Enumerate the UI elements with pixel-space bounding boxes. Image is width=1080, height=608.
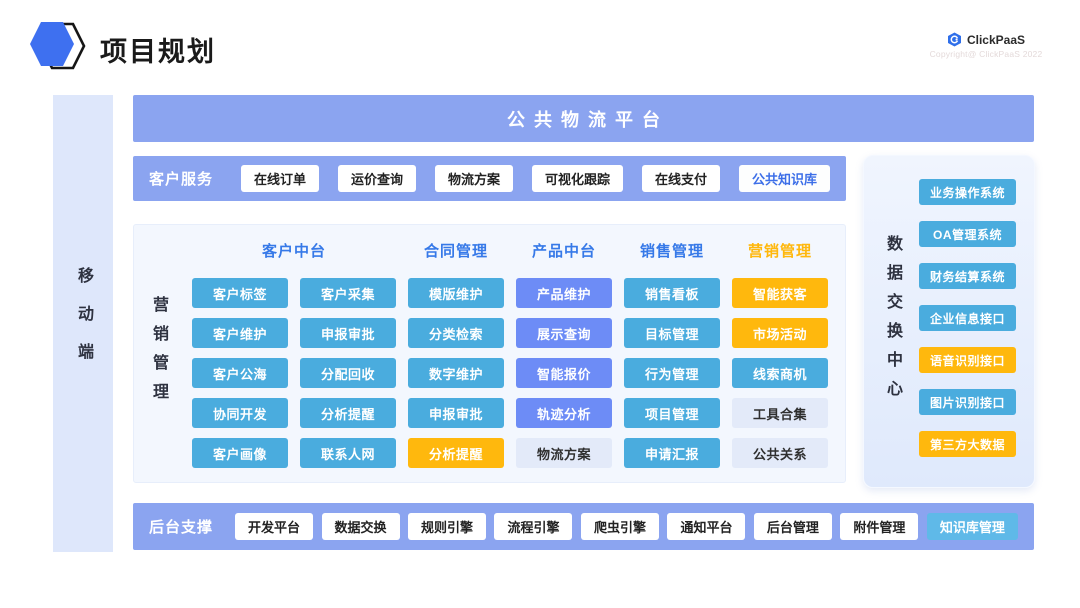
module-cell[interactable]: 分配回收 — [300, 358, 396, 388]
module-cell[interactable]: 目标管理 — [624, 318, 720, 348]
data-exchange-button[interactable]: 企业信息接口 — [919, 305, 1016, 331]
customer-service-buttons: 在线订单 运价查询 物流方案 可视化跟踪 在线支付 公共知识库 — [241, 165, 830, 192]
module-cell[interactable]: 模版维护 — [408, 278, 504, 308]
customer-service-button[interactable]: 在线支付 — [642, 165, 720, 192]
backend-support-button[interactable]: 知识库管理 — [927, 513, 1018, 540]
module-cell[interactable]: 项目管理 — [624, 398, 720, 428]
module-cell[interactable]: 数字维护 — [408, 358, 504, 388]
module-cell[interactable]: 市场活动 — [732, 318, 828, 348]
module-cell[interactable]: 联系人网 — [300, 438, 396, 468]
title-hexagon-icon — [28, 19, 88, 78]
module-cell[interactable]: 销售看板 — [624, 278, 720, 308]
column-header: 客户中台 — [192, 236, 396, 264]
marketing-management-side-label: 营销管理 — [146, 225, 170, 482]
brand-block: ClickPaaS Copyright@ ClickPaaS 2022 — [928, 32, 1044, 59]
module-cell[interactable]: 申报审批 — [408, 398, 504, 428]
data-exchange-button[interactable]: 业务操作系统 — [919, 179, 1016, 205]
module-cell[interactable]: 分类检索 — [408, 318, 504, 348]
module-grid: 客户中台 合同管理 产品中台 销售管理 营销管理 客户标签 客户采集 模版维护 … — [192, 236, 828, 468]
customer-service-button[interactable]: 在线订单 — [241, 165, 319, 192]
module-cell[interactable]: 客户公海 — [192, 358, 288, 388]
backend-support-button[interactable]: 流程引擎 — [494, 513, 572, 540]
top-banner-label: 公共物流平台 — [498, 106, 669, 132]
backend-support-button[interactable]: 数据交换 — [322, 513, 400, 540]
backend-support-button[interactable]: 规则引擎 — [408, 513, 486, 540]
data-exchange-button[interactable]: 语音识别接口 — [919, 347, 1016, 373]
mobile-side-rail-label: 移动端 — [71, 267, 95, 381]
backend-support-button[interactable]: 爬虫引擎 — [581, 513, 659, 540]
module-cell[interactable]: 智能获客 — [732, 278, 828, 308]
customer-service-row: 客户服务 在线订单 运价查询 物流方案 可视化跟踪 在线支付 公共知识库 — [133, 156, 846, 201]
module-cell[interactable]: 工具合集 — [732, 398, 828, 428]
customer-service-button[interactable]: 公共知识库 — [739, 165, 830, 192]
brand-copyright: Copyright@ ClickPaaS 2022 — [928, 49, 1044, 59]
top-banner-public-logistics-platform: 公共物流平台 — [133, 95, 1034, 142]
backend-support-button[interactable]: 开发平台 — [235, 513, 313, 540]
module-cell[interactable]: 轨迹分析 — [516, 398, 612, 428]
backend-support-button[interactable]: 后台管理 — [754, 513, 832, 540]
module-cell[interactable]: 申请汇报 — [624, 438, 720, 468]
module-cell[interactable]: 协同开发 — [192, 398, 288, 428]
page-title: 项目规划 — [100, 30, 216, 69]
backend-support-label: 后台支撑 — [149, 516, 213, 537]
module-cell[interactable]: 物流方案 — [516, 438, 612, 468]
mobile-side-rail: 移动端 — [53, 95, 113, 552]
module-cell[interactable]: 公共关系 — [732, 438, 828, 468]
data-exchange-center-label: 数据交换中心 — [880, 156, 904, 487]
data-exchange-button[interactable]: 第三方大数据 — [919, 431, 1016, 457]
column-header: 营销管理 — [732, 236, 828, 264]
column-header: 销售管理 — [624, 236, 720, 264]
data-exchange-center-panel: 数据交换中心 业务操作系统 OA管理系统 财务结算系统 企业信息接口 语音识别接… — [863, 155, 1035, 488]
module-cell[interactable]: 分析提醒 — [300, 398, 396, 428]
module-cell[interactable]: 客户画像 — [192, 438, 288, 468]
data-exchange-button[interactable]: OA管理系统 — [919, 221, 1016, 247]
brand-name: ClickPaaS — [967, 33, 1025, 47]
data-exchange-buttons: 业务操作系统 OA管理系统 财务结算系统 企业信息接口 语音识别接口 图片识别接… — [919, 179, 1016, 457]
backend-support-button[interactable]: 附件管理 — [840, 513, 918, 540]
module-cell[interactable]: 智能报价 — [516, 358, 612, 388]
marketing-management-panel: 营销管理 客户中台 合同管理 产品中台 销售管理 营销管理 客户标签 客户采集 … — [133, 224, 846, 483]
data-exchange-button[interactable]: 财务结算系统 — [919, 263, 1016, 289]
module-cell[interactable]: 申报审批 — [300, 318, 396, 348]
customer-service-button[interactable]: 可视化跟踪 — [532, 165, 623, 192]
clickpaas-logo-icon — [947, 32, 962, 47]
module-cell[interactable]: 产品维护 — [516, 278, 612, 308]
column-header: 合同管理 — [408, 236, 504, 264]
data-exchange-button[interactable]: 图片识别接口 — [919, 389, 1016, 415]
module-cell[interactable]: 客户维护 — [192, 318, 288, 348]
module-cell[interactable]: 分析提醒 — [408, 438, 504, 468]
customer-service-button[interactable]: 运价查询 — [338, 165, 416, 192]
customer-service-button[interactable]: 物流方案 — [435, 165, 513, 192]
module-cell[interactable]: 行为管理 — [624, 358, 720, 388]
module-cell[interactable]: 线索商机 — [732, 358, 828, 388]
module-cell[interactable]: 展示查询 — [516, 318, 612, 348]
column-header: 产品中台 — [516, 236, 612, 264]
module-cell[interactable]: 客户标签 — [192, 278, 288, 308]
module-cell[interactable]: 客户采集 — [300, 278, 396, 308]
backend-support-row: 后台支撑 开发平台 数据交换 规则引擎 流程引擎 爬虫引擎 通知平台 后台管理 … — [133, 503, 1034, 550]
backend-support-button[interactable]: 通知平台 — [667, 513, 745, 540]
customer-service-label: 客户服务 — [149, 168, 213, 189]
backend-support-buttons: 开发平台 数据交换 规则引擎 流程引擎 爬虫引擎 通知平台 后台管理 附件管理 … — [235, 513, 1018, 540]
